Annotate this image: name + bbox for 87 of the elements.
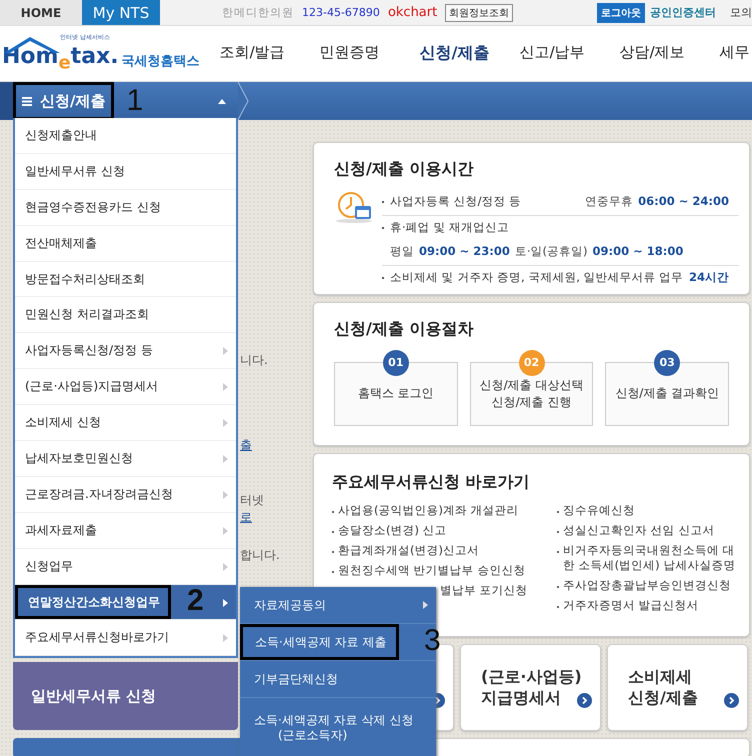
menu-icon — [22, 96, 32, 106]
service-label: 사업자등록 신청/정정 등 — [390, 194, 522, 209]
top-tab[interactable]: My NTS — [82, 0, 160, 25]
menu-item[interactable]: 신청제출안내 — [15, 118, 105, 153]
card-label: 신청/제출 — [628, 688, 698, 709]
time-range: 09:00 ~ 23:00 — [419, 244, 510, 259]
menu-item[interactable]: (근로·사업등)지급명세서 — [15, 369, 166, 404]
body-text: 터넷 — [240, 492, 265, 509]
nav-item[interactable]: 신고/납부 — [520, 43, 620, 64]
shortcut-card[interactable]: 소비제세 신청/제출 — [607, 644, 748, 732]
text-link[interactable]: 로 — [240, 509, 300, 526]
shortcut-link[interactable]: 주사업장총괄납부승인변경신청 — [563, 578, 731, 593]
day-label: 연중무휴 — [585, 194, 634, 209]
body-text: 합니다. — [240, 547, 281, 564]
menu-item[interactable]: 전산매체제출 — [15, 226, 105, 261]
shortcut-link[interactable]: 송달장소(변경) 신고 — [338, 523, 447, 538]
submenu-item[interactable]: 소득·세액공제 자료 삭제 신청 (근로소득자) — [240, 709, 436, 746]
shortcut-link[interactable]: 환급계좌개설(변경)신고서 — [338, 542, 479, 558]
shortcut-card[interactable]: (근로·사업등) 지급명세서 — [460, 644, 601, 732]
step-label: 신청/제출 결과확인 — [615, 385, 720, 402]
caret-icon[interactable] — [218, 98, 226, 104]
member-info-button[interactable]: 회원정보조회 — [445, 4, 514, 22]
step-label: 신청/제출 진행 — [492, 394, 572, 411]
shortcut-link[interactable]: 성실신고확인자 선임 신고서 — [563, 523, 714, 538]
user-id: okchart — [388, 5, 438, 20]
menu-item[interactable]: 연말정산간소화신청업무 — [15, 584, 171, 620]
menu-item[interactable]: 소비제세 신청 — [15, 405, 109, 440]
nav-item[interactable]: 조회/발급 — [220, 43, 320, 64]
shortcut-link[interactable]: 사업용(공익법인용)계좌 개설관리 — [338, 503, 519, 518]
menu-title-text: 신청/제출 — [40, 92, 106, 110]
nav-item[interactable]: 민원증명 — [320, 43, 420, 64]
card-label: (근로·사업등) — [481, 666, 582, 688]
step-badge: 03 — [654, 350, 680, 376]
menu-item[interactable]: 방문접수처리상태조회 — [15, 262, 153, 296]
top-link[interactable]: 모의 — [730, 5, 752, 20]
arrow-circle-icon — [577, 693, 592, 708]
step-number: 2 — [187, 586, 204, 616]
shortcut-link[interactable]: 거주자증명서 발급신청서 — [563, 598, 699, 613]
shortcut-link[interactable]: 별납부 포기신청 — [440, 582, 528, 598]
step-badge: 02 — [518, 350, 544, 376]
logo-name[interactable]: 국세청홈택스 — [122, 52, 200, 78]
step-label: 홈택스 로그인 — [358, 385, 434, 402]
menu-item[interactable]: 신청업무 — [15, 548, 81, 584]
submenu-item[interactable]: 기부금단체신청 — [240, 661, 348, 697]
time-range: 06:00 ~ 24:00 — [638, 194, 729, 209]
menu-item[interactable]: 과세자료제출 — [15, 512, 105, 548]
shortcut-link[interactable]: 비거주자등의국내원천소득에 대한 소득세(법인세) 납세사실증명 — [563, 542, 737, 573]
menu-item[interactable]: 주요세무서류신청바로가기 — [15, 620, 177, 656]
menu-item[interactable]: 근로장려금.자녀장려금신청 — [15, 476, 181, 512]
text-link[interactable]: 출 — [240, 437, 300, 454]
document-request-card[interactable]: 일반세무서류 신청 — [13, 662, 238, 730]
menu-item[interactable]: 납세자보호민원신청 — [15, 441, 141, 476]
nav-item[interactable]: 상담/제보 — [620, 43, 720, 64]
step-number: 1 — [126, 86, 144, 116]
logo-wordmark[interactable]: Hom$_{e}$tax. — [2, 46, 119, 78]
time-range: 09:00 ~ 18:00 — [592, 244, 684, 259]
submenu-item[interactable]: 소득·세액공제 자료 제출 — [240, 624, 400, 660]
card-label: 소비제세 — [628, 666, 692, 688]
body-text: 니다. — [240, 352, 269, 369]
nav-item[interactable]: 신청/제출 — [420, 43, 520, 64]
menu-item[interactable]: 현금영수증전용카드 신청 — [15, 190, 169, 225]
breadcrumb-divider — [238, 82, 250, 120]
shortcut-link[interactable]: 원천징수세액 반기별납부 승인신청 — [338, 562, 526, 578]
card-title: 신청/제출 이용시간 — [334, 159, 474, 180]
service-label: 소비제세 및 거주자 증명, 국제세원, 일반세무서류 업무 — [390, 270, 684, 285]
business-number: 123-45-67890 — [302, 6, 380, 19]
menu-item[interactable]: 일반세무서류 신청 — [15, 154, 133, 189]
menu-item[interactable]: 사업자등록신청/정정 등 — [15, 333, 161, 368]
user-name: 한메디한의원 — [222, 5, 294, 20]
menu-item[interactable]: 민원신청 처리결과조회 — [15, 297, 157, 332]
nav-item[interactable]: 세무 — [720, 43, 752, 64]
card-title: 신청/제출 이용절차 — [334, 318, 474, 340]
step-label: 신청/제출 대상선택 — [480, 376, 584, 394]
clock-calendar-icon — [334, 190, 374, 224]
time-range: 24시간 — [688, 270, 729, 285]
card-title: 주요세무서류신청 바로가기 — [332, 472, 531, 494]
arrow-circle-icon — [724, 693, 739, 708]
step-badge: 01 — [382, 350, 409, 376]
day-label: 토·일(공휴일) — [514, 244, 588, 259]
service-label: 휴·폐업 및 재개업신고 — [390, 220, 509, 235]
shortcut-link[interactable]: 징수유예신청 — [563, 503, 635, 518]
logout-button[interactable]: 로그아웃 — [597, 2, 645, 22]
day-label: 평일 — [390, 244, 414, 259]
submenu-item[interactable]: 자료제공동의 — [240, 587, 336, 623]
top-tab[interactable]: HOME — [0, 0, 82, 25]
certificate-center-link[interactable]: 공인인증센터 — [650, 5, 716, 20]
card-label: 지급명세서 — [481, 688, 561, 709]
